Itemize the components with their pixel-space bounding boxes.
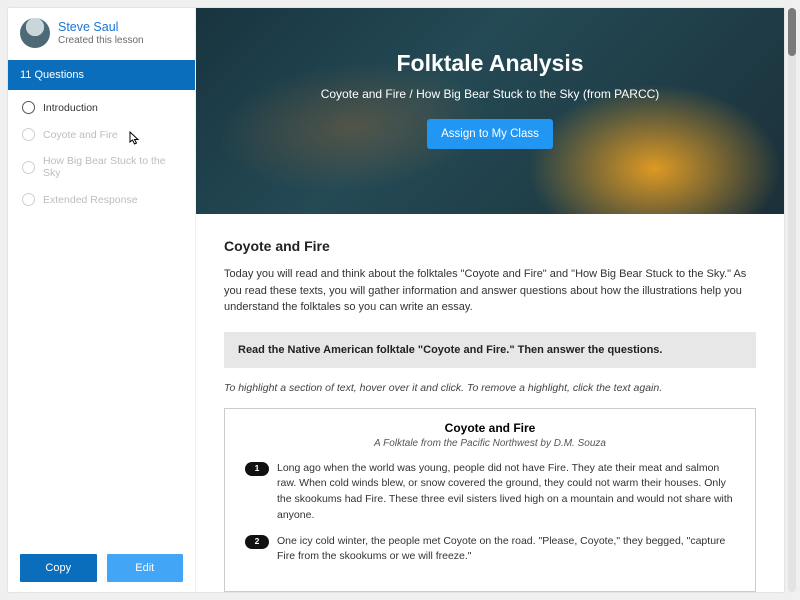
nav-item-big-bear[interactable]: How Big Bear Stuck to the Sky	[8, 148, 195, 186]
paragraph-number-badge: 2	[245, 535, 269, 549]
section-heading: Coyote and Fire	[224, 238, 756, 254]
paragraph-text[interactable]: Long ago when the world was young, peopl…	[277, 461, 735, 524]
lesson-title: Folktale Analysis	[396, 50, 583, 77]
passage-title: Coyote and Fire	[245, 421, 735, 435]
edit-button[interactable]: Edit	[107, 554, 184, 582]
main-panel: Folktale Analysis Coyote and Fire / How …	[196, 8, 784, 592]
paragraph[interactable]: 2 One icy cold winter, the people met Co…	[245, 534, 735, 566]
sidebar: Steve Saul Created this lesson 11 Questi…	[8, 8, 196, 592]
author-name[interactable]: Steve Saul	[58, 20, 144, 34]
paragraph[interactable]: 1 Long ago when the world was young, peo…	[245, 461, 735, 524]
intro-text: Today you will read and think about the …	[224, 266, 756, 316]
author-block: Steve Saul Created this lesson	[8, 8, 195, 60]
author-sub: Created this lesson	[58, 35, 144, 46]
scrollbar-thumb[interactable]	[788, 8, 796, 56]
circle-icon	[22, 161, 35, 174]
hero-banner: Folktale Analysis Coyote and Fire / How …	[196, 8, 784, 214]
circle-icon	[22, 193, 35, 206]
nav-item-coyote-and-fire[interactable]: Coyote and Fire	[8, 121, 195, 148]
nav-label: Introduction	[43, 102, 98, 114]
circle-icon	[22, 101, 35, 114]
page-scrollbar[interactable]	[788, 8, 796, 592]
nav-label: How Big Bear Stuck to the Sky	[43, 155, 181, 179]
questions-header[interactable]: 11 Questions	[8, 60, 195, 90]
sidebar-actions: Copy Edit	[8, 554, 195, 582]
nav-item-extended-response[interactable]: Extended Response	[8, 186, 195, 213]
assign-button[interactable]: Assign to My Class	[427, 119, 553, 149]
nav-label: Extended Response	[43, 194, 138, 206]
paragraph-text[interactable]: One icy cold winter, the people met Coyo…	[277, 534, 735, 566]
copy-button[interactable]: Copy	[20, 554, 97, 582]
lesson-content: Coyote and Fire Today you will read and …	[196, 214, 784, 592]
paragraph-number-badge: 1	[245, 462, 269, 476]
highlight-tip: To highlight a section of text, hover ov…	[224, 382, 756, 394]
cursor-icon	[126, 131, 140, 147]
avatar	[20, 18, 50, 48]
passage-subtitle: A Folktale from the Pacific Northwest by…	[245, 438, 735, 449]
passage-box[interactable]: Coyote and Fire A Folktale from the Paci…	[224, 408, 756, 593]
instruction-box: Read the Native American folktale "Coyot…	[224, 332, 756, 368]
circle-icon	[22, 128, 35, 141]
nav-item-introduction[interactable]: Introduction	[8, 94, 195, 121]
nav-label: Coyote and Fire	[43, 129, 118, 141]
lesson-subtitle: Coyote and Fire / How Big Bear Stuck to …	[321, 87, 660, 101]
question-nav: Introduction Coyote and Fire How Big Bea…	[8, 90, 195, 213]
